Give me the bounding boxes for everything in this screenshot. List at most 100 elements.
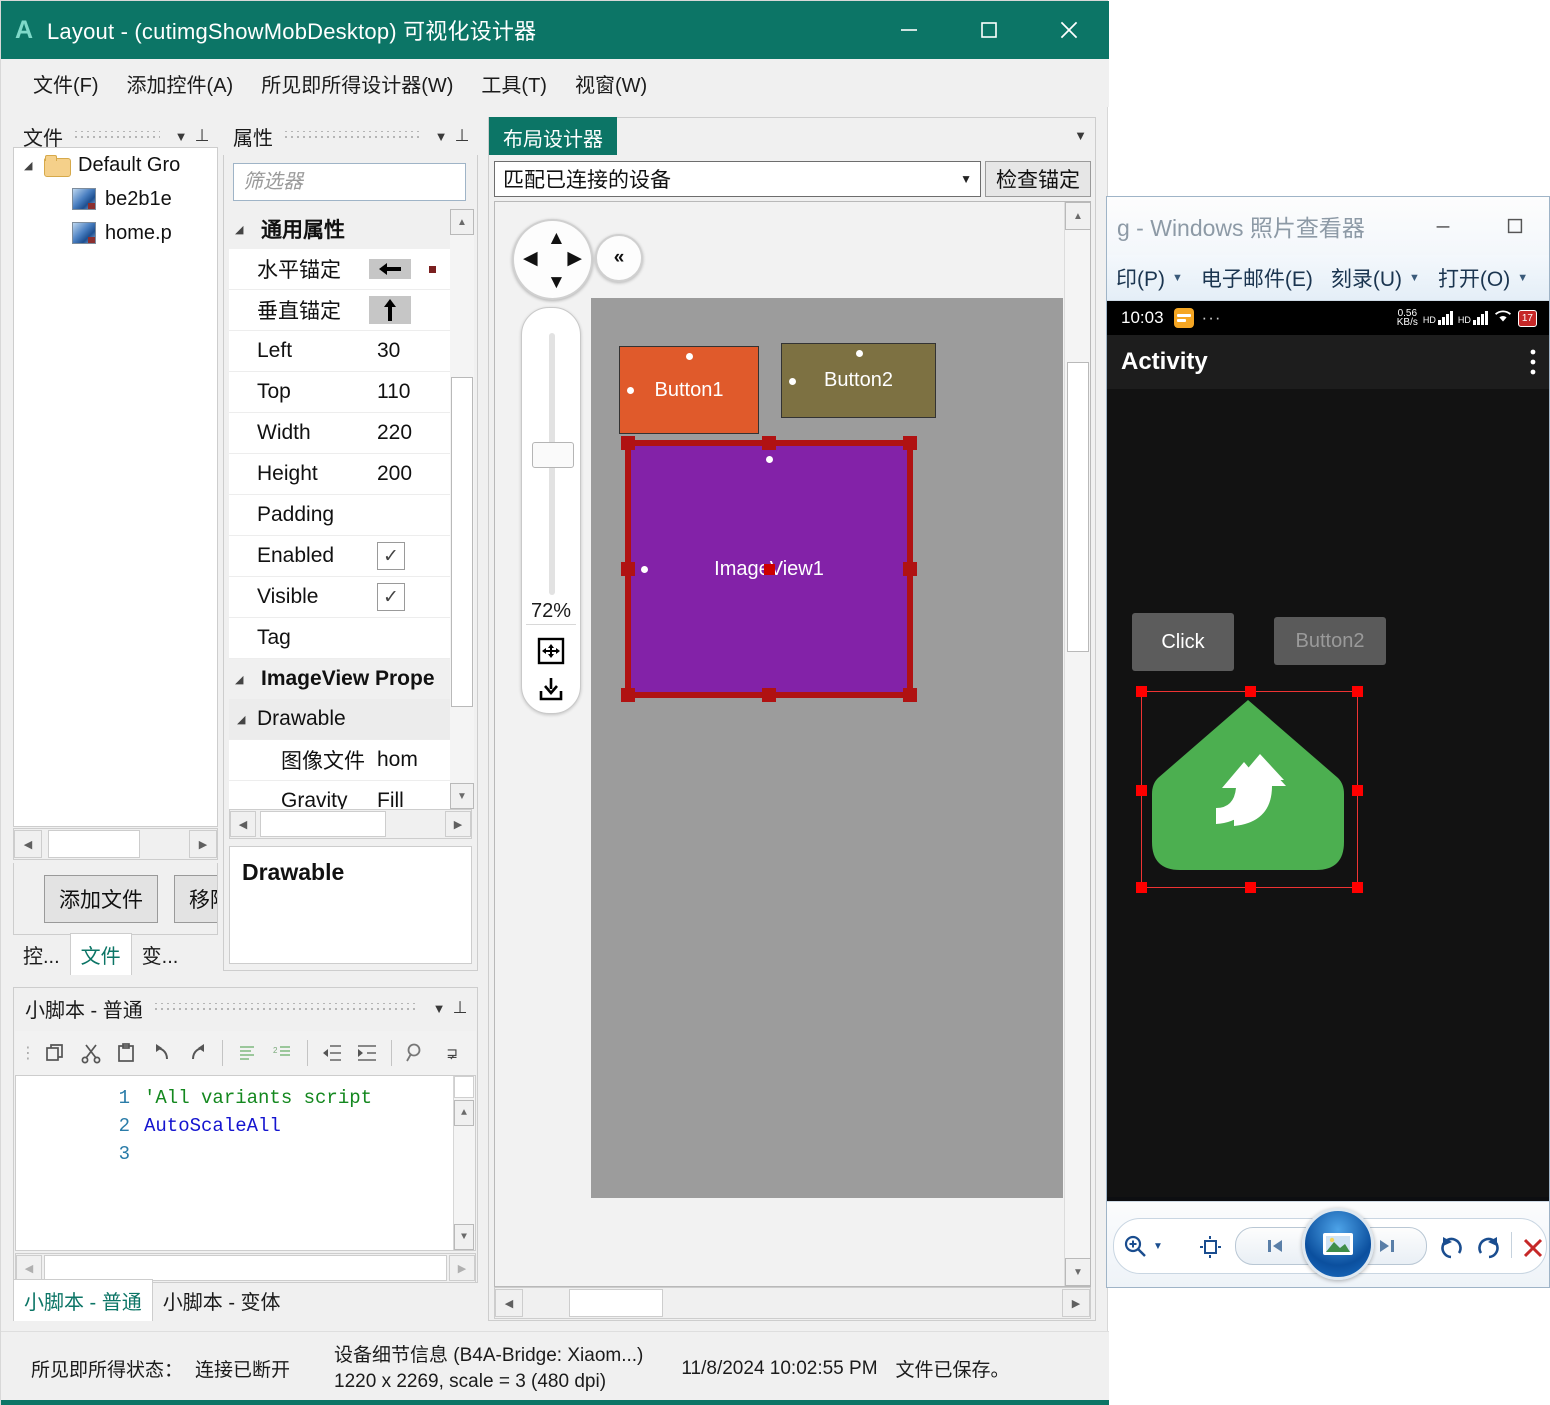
menu-window[interactable]: 视窗(W) bbox=[561, 64, 661, 103]
chevron-down-icon[interactable]: ▼ bbox=[170, 129, 192, 144]
move-icon[interactable] bbox=[534, 634, 568, 668]
chevron-down-icon[interactable]: ▼ bbox=[428, 1001, 450, 1016]
properties-horizontal-scrollbar[interactable]: ◀ ▶ bbox=[229, 809, 472, 839]
fit-to-window-icon[interactable] bbox=[1197, 1234, 1223, 1265]
scroll-right-arrow-icon[interactable]: ▶ bbox=[189, 830, 217, 858]
scroll-right-arrow-icon[interactable]: ▶ bbox=[445, 811, 471, 837]
resize-handle-nw[interactable] bbox=[1136, 686, 1147, 697]
pan-down-icon[interactable]: ▼ bbox=[547, 273, 566, 292]
tab-script-general[interactable]: 小脚本 - 普通 bbox=[13, 1279, 153, 1321]
find-icon[interactable] bbox=[398, 1035, 434, 1071]
resize-handle-ne[interactable] bbox=[903, 436, 917, 450]
resize-handle-e[interactable] bbox=[903, 562, 917, 576]
tab-layout-designer[interactable]: 布局设计器 bbox=[489, 117, 617, 155]
indent-icon[interactable] bbox=[350, 1035, 386, 1071]
outdent-icon[interactable] bbox=[314, 1035, 350, 1071]
tab-files[interactable]: 文件 bbox=[69, 933, 132, 975]
panel-drag-handle[interactable] bbox=[73, 131, 160, 141]
menu-file[interactable]: 文件(F) bbox=[19, 64, 113, 103]
scroll-left-arrow-icon[interactable]: ◀ bbox=[230, 811, 256, 837]
scrollbar-thumb[interactable] bbox=[569, 1289, 663, 1317]
paste-icon[interactable] bbox=[109, 1035, 145, 1071]
code-line-1[interactable]: 1 'All variants script bbox=[16, 1084, 475, 1112]
scrollbar-thumb[interactable] bbox=[1067, 362, 1089, 652]
chevron-down-icon[interactable]: ▼ bbox=[1409, 272, 1420, 284]
canvas-horizontal-scrollbar[interactable]: ◀ ▶ bbox=[494, 1287, 1091, 1319]
menu-wysiwyg-designer[interactable]: 所见即所得设计器(W) bbox=[247, 64, 467, 103]
resize-handle-nw[interactable] bbox=[621, 436, 635, 450]
redo-icon[interactable] bbox=[180, 1035, 216, 1071]
property-row-enabled[interactable]: Enabled ✓ bbox=[229, 536, 472, 577]
menu-open[interactable]: 打开(O) ▼ bbox=[1429, 263, 1537, 293]
property-row-height[interactable]: Height 200 bbox=[229, 454, 472, 495]
property-row-width[interactable]: Width 220 bbox=[229, 413, 472, 454]
phone-button2[interactable]: Button2 bbox=[1274, 617, 1386, 665]
designer-view-button2[interactable]: Button2 bbox=[781, 343, 936, 418]
canvas-vertical-scrollbar[interactable]: ▲ ▼ bbox=[1064, 202, 1090, 1286]
maximize-button[interactable] bbox=[949, 1, 1029, 59]
zoom-slider-thumb[interactable] bbox=[532, 442, 574, 468]
scroll-up-arrow-icon[interactable]: ▲ bbox=[454, 1100, 474, 1126]
property-group-imageview[interactable]: ◢ ImageView Prope bbox=[229, 659, 472, 699]
tab-script-variant[interactable]: 小脚本 - 变体 bbox=[153, 1280, 291, 1321]
uncomment-icon[interactable]: 2 bbox=[265, 1035, 301, 1071]
property-filter-box[interactable] bbox=[233, 163, 532, 201]
resize-handle-n[interactable] bbox=[1244, 686, 1256, 697]
property-row-top[interactable]: Top 110 bbox=[229, 372, 472, 413]
scrollbar-thumb[interactable] bbox=[44, 1255, 447, 1281]
rotate-right-icon[interactable] bbox=[1475, 1234, 1503, 1267]
code-vertical-scrollbar[interactable]: ▲ ▼ bbox=[453, 1076, 475, 1250]
panel-drag-handle[interactable] bbox=[152, 1003, 418, 1013]
check-anchors-button[interactable]: 检查锚定 bbox=[985, 161, 1091, 197]
horizontal-anchor-left-icon[interactable] bbox=[369, 259, 411, 279]
zoom-control-panel[interactable]: 72% bbox=[521, 307, 581, 714]
tree-item-group[interactable]: ◢ Default Gro bbox=[14, 148, 217, 182]
resize-handle-n[interactable] bbox=[762, 436, 776, 450]
chevron-down-icon[interactable]: ▼ bbox=[1153, 1241, 1163, 1252]
resize-handle-w[interactable] bbox=[621, 562, 635, 576]
close-button[interactable] bbox=[1029, 1, 1109, 59]
designer-view-imageview1[interactable]: ImageView1 bbox=[621, 436, 917, 702]
scroll-left-arrow-icon[interactable]: ◀ bbox=[14, 830, 42, 858]
pin-icon[interactable]: ⊥ bbox=[452, 126, 472, 146]
menu-email[interactable]: 电子邮件(E) bbox=[1192, 263, 1322, 293]
device-preview-surface[interactable]: Button1 Button2 ImageView1 bbox=[591, 298, 1063, 1198]
resize-handle-ne[interactable] bbox=[1352, 686, 1363, 697]
resize-handle-se[interactable] bbox=[1352, 882, 1363, 893]
pan-right-icon[interactable]: ▶ bbox=[567, 249, 582, 268]
pin-icon[interactable]: ⊥ bbox=[450, 998, 470, 1018]
properties-grid[interactable]: ◢ 通用属性 水平锚定 垂直锚定 Left 30 Top 110 Width 2… bbox=[229, 209, 472, 809]
scroll-down-arrow-icon[interactable]: ▼ bbox=[450, 783, 474, 809]
menu-burn[interactable]: 刻录(U) ▼ bbox=[1322, 263, 1429, 293]
undo-icon[interactable] bbox=[144, 1035, 180, 1071]
visible-checkbox[interactable]: ✓ bbox=[377, 583, 405, 611]
copy-icon[interactable] bbox=[37, 1035, 73, 1071]
scroll-down-arrow-icon[interactable]: ▼ bbox=[1065, 1258, 1090, 1286]
chevron-down-icon[interactable]: ▼ bbox=[960, 172, 972, 186]
pan-control[interactable]: ▲ ▼ ◀ ▶ bbox=[512, 219, 593, 300]
photo-viewer-maximize-button[interactable] bbox=[1479, 201, 1549, 251]
scrollbar-thumb[interactable] bbox=[454, 1076, 474, 1098]
menu-add-view[interactable]: 添加控件(A) bbox=[113, 64, 248, 103]
zoom-icon[interactable]: ▼ bbox=[1121, 1232, 1163, 1260]
expand-triangle-icon[interactable]: ◢ bbox=[229, 223, 261, 236]
scrollbar-thumb[interactable] bbox=[451, 377, 473, 707]
chevron-down-icon[interactable]: ▼ bbox=[1172, 272, 1183, 284]
property-row-gravity[interactable]: Gravity Fill bbox=[229, 781, 472, 809]
tab-variants[interactable]: 变... bbox=[132, 934, 189, 975]
pin-icon[interactable]: ⊥ bbox=[192, 126, 212, 146]
enabled-checkbox[interactable]: ✓ bbox=[377, 542, 405, 570]
toolbar-grip-icon[interactable]: ⋮ bbox=[19, 1035, 37, 1071]
tree-item-image-2[interactable]: home.p bbox=[14, 216, 217, 250]
chevron-down-icon[interactable]: ▼ bbox=[430, 129, 452, 144]
property-row-drawable[interactable]: ◢ Drawable bbox=[229, 699, 472, 740]
phone-click-button[interactable]: Click bbox=[1132, 613, 1234, 671]
minimize-button[interactable] bbox=[869, 1, 949, 59]
vertical-anchor-top-icon[interactable] bbox=[369, 296, 411, 324]
pan-up-icon[interactable]: ▲ bbox=[547, 229, 566, 248]
photo-viewer-minimize-button[interactable] bbox=[1407, 201, 1479, 251]
resize-handle-w[interactable] bbox=[1136, 784, 1147, 796]
files-horizontal-scrollbar[interactable]: ◀ ▶ bbox=[13, 828, 218, 860]
menu-tools[interactable]: 工具(T) bbox=[467, 64, 561, 103]
overflow-menu-icon[interactable] bbox=[1529, 348, 1537, 376]
